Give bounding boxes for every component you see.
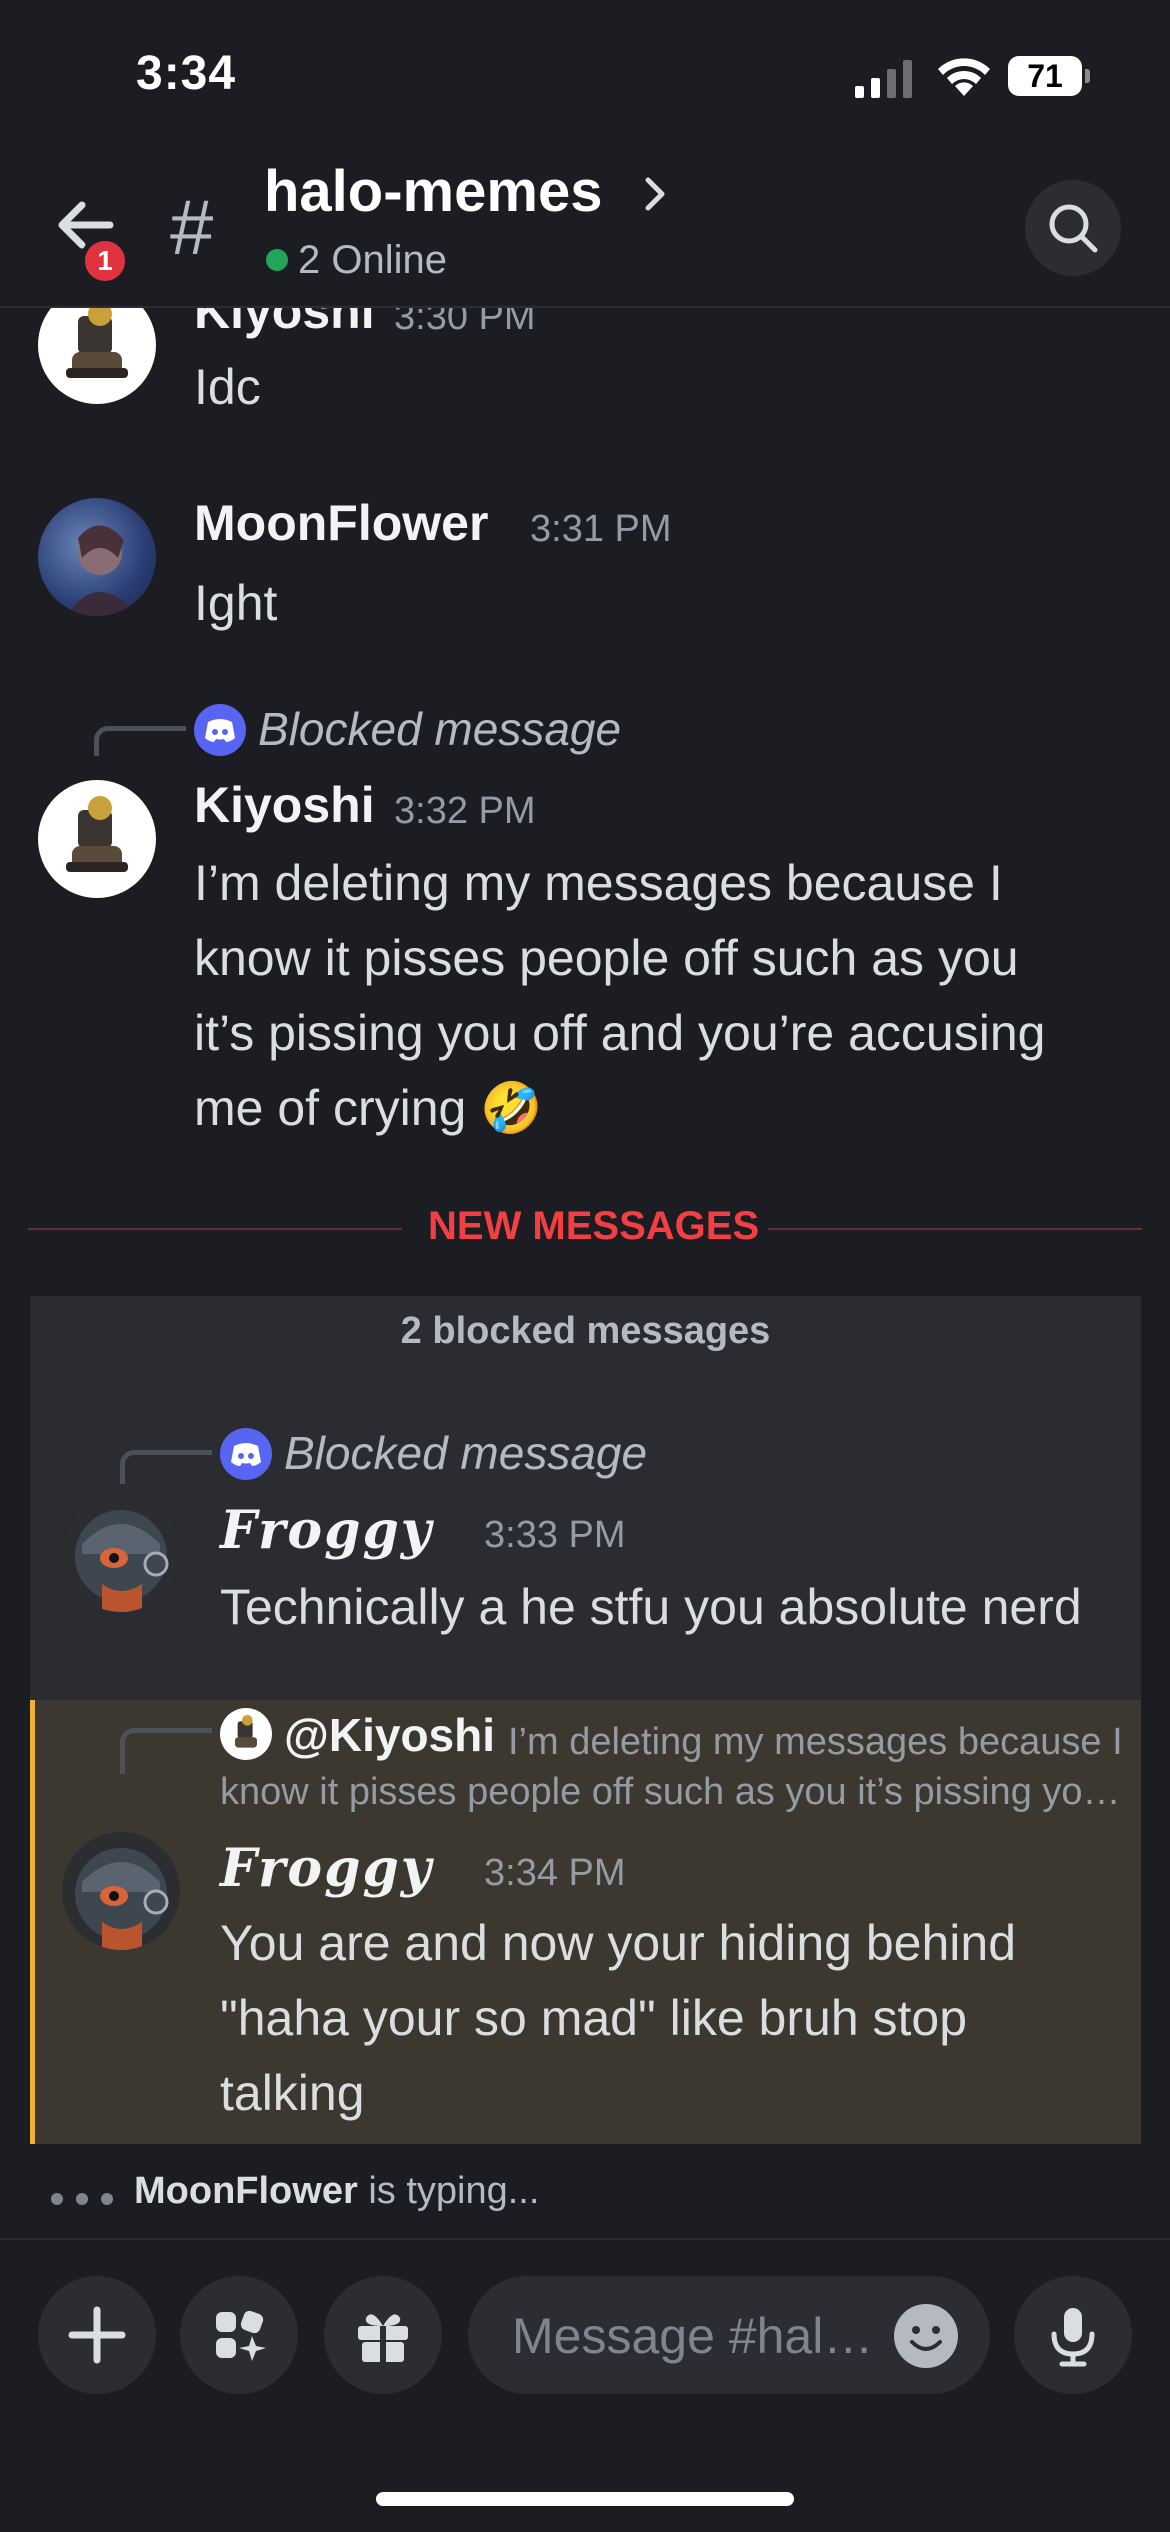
- message-author[interactable]: MoonFlower: [194, 494, 488, 552]
- reply-preview[interactable]: I’m deleting my messages because I: [508, 1716, 1138, 1768]
- message-time: 3:33 PM: [484, 1514, 626, 1556]
- message-author[interactable]: Froggy: [220, 1500, 433, 1561]
- new-messages-label: NEW MESSAGES: [428, 1204, 760, 1248]
- avatar-moonflower[interactable]: [38, 498, 156, 616]
- avatar-froggy[interactable]: [62, 1832, 180, 1950]
- reply-connector: [120, 1728, 212, 1774]
- wifi-icon: [938, 58, 990, 96]
- reply-connector: [94, 726, 186, 756]
- typing-suffix: is typing...: [368, 2170, 540, 2212]
- apps-button[interactable]: [180, 2276, 298, 2394]
- search-icon: [1049, 204, 1098, 253]
- message-time: 3:31 PM: [530, 508, 672, 550]
- battery-level: 71: [1008, 56, 1082, 96]
- voice-button[interactable]: [1014, 2276, 1132, 2394]
- message-input-placeholder[interactable]: Message #hal…: [512, 2307, 882, 2365]
- home-indicator[interactable]: [376, 2492, 794, 2506]
- online-indicator: [266, 249, 288, 271]
- blocked-count[interactable]: 2 blocked messages: [30, 1310, 1141, 1353]
- channel-title[interactable]: halo-memes: [264, 158, 602, 225]
- chevron-right-icon[interactable]: [640, 172, 670, 216]
- discord-logo-icon: [220, 1428, 272, 1480]
- gift-icon: [358, 2314, 408, 2362]
- unread-badge: 1: [80, 236, 130, 286]
- reply-connector: [120, 1450, 212, 1484]
- discord-logo-icon: [194, 704, 246, 756]
- message-text: You are and now your hiding behind "haha…: [220, 1915, 1016, 2121]
- message-text: Ight: [194, 575, 278, 631]
- message-text: I’m deleting my messages because I know …: [194, 855, 1046, 1136]
- message-author[interactable]: Froggy: [220, 1838, 433, 1899]
- search-button[interactable]: [1025, 180, 1121, 276]
- reply-author[interactable]: @Kiyoshi: [284, 1708, 495, 1762]
- signal-icon: [855, 60, 912, 98]
- typing-dots-icon: [51, 2193, 113, 2205]
- blocked-reply-label[interactable]: Blocked message: [284, 1426, 647, 1480]
- composer-divider: [0, 2238, 1170, 2240]
- new-messages-divider: [768, 1228, 1142, 1230]
- reply-preview[interactable]: know it pisses people off such as you it…: [220, 1766, 1138, 1818]
- blocked-reply-label[interactable]: Blocked message: [258, 702, 621, 756]
- new-messages-divider: [28, 1228, 402, 1230]
- hash-icon: #: [170, 183, 214, 271]
- plus-icon: [68, 2306, 126, 2364]
- online-count: 2 Online: [298, 238, 447, 282]
- microphone-icon: [1051, 2308, 1095, 2367]
- status-time: 3:34: [136, 47, 237, 100]
- avatar-froggy[interactable]: [62, 1494, 180, 1612]
- message-time: 3:32 PM: [394, 790, 536, 832]
- attach-button[interactable]: [38, 2276, 156, 2394]
- typing-user: MoonFlower: [134, 2170, 358, 2212]
- apps-icon: [216, 2310, 266, 2361]
- battery-icon: 71: [1008, 56, 1090, 96]
- rofl-emoji: 🤣: [480, 1080, 543, 1136]
- avatar-kiyoshi[interactable]: [38, 780, 156, 898]
- message-time: 3:34 PM: [484, 1852, 626, 1894]
- message-text: Idc: [194, 359, 261, 415]
- gift-button[interactable]: [324, 2276, 442, 2394]
- reply-avatar-kiyoshi: [220, 1708, 272, 1760]
- message-text: Technically a he stfu you absolute nerd: [220, 1579, 1082, 1635]
- message-author[interactable]: Kiyoshi: [194, 776, 375, 834]
- typing-indicator: MoonFlower is typing...: [134, 2170, 539, 2213]
- emoji-icon[interactable]: [892, 2302, 960, 2370]
